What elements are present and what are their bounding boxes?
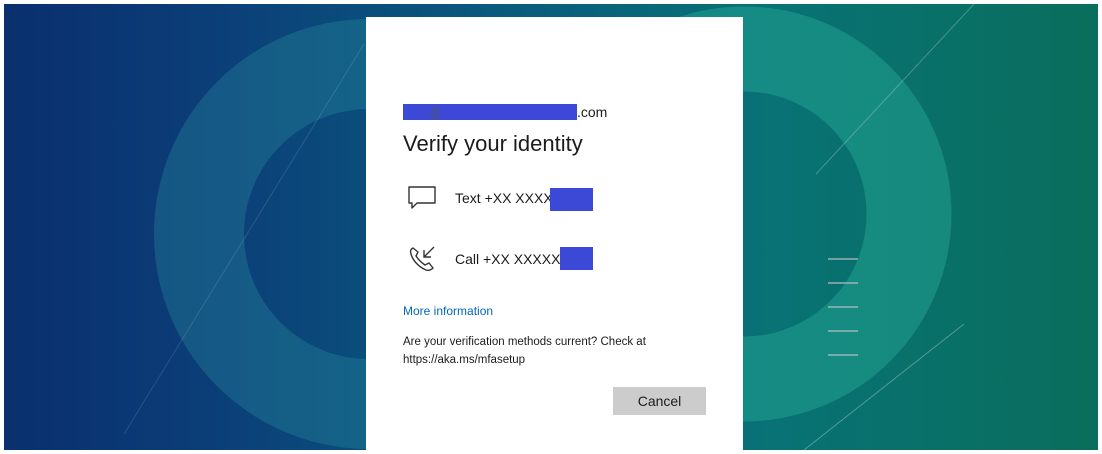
more-information-link[interactable]: More information [403,304,493,318]
phone-call-icon [407,244,437,274]
option-call-label: Call +XX XXXXX [455,251,561,267]
verification-check-message: Are your verification methods current? C… [403,336,646,366]
verify-dialog: @ .com Verify your identity Text +XX XXX… [366,17,743,454]
option-text-label: Text +XX XXXX [455,190,553,206]
option-call[interactable]: Call +XX XXXXX [403,241,703,277]
redaction-block [439,104,577,120]
decorative-bars [828,258,858,378]
email-domain: .com [577,104,608,120]
option-text[interactable]: Text +XX XXXX [403,180,703,216]
account-email: @ .com [403,104,607,122]
cancel-button[interactable]: Cancel [613,387,706,415]
redaction-block [550,188,593,211]
redaction-block [560,247,593,270]
page-title: Verify your identity [403,131,583,156]
message-icon [407,183,437,213]
